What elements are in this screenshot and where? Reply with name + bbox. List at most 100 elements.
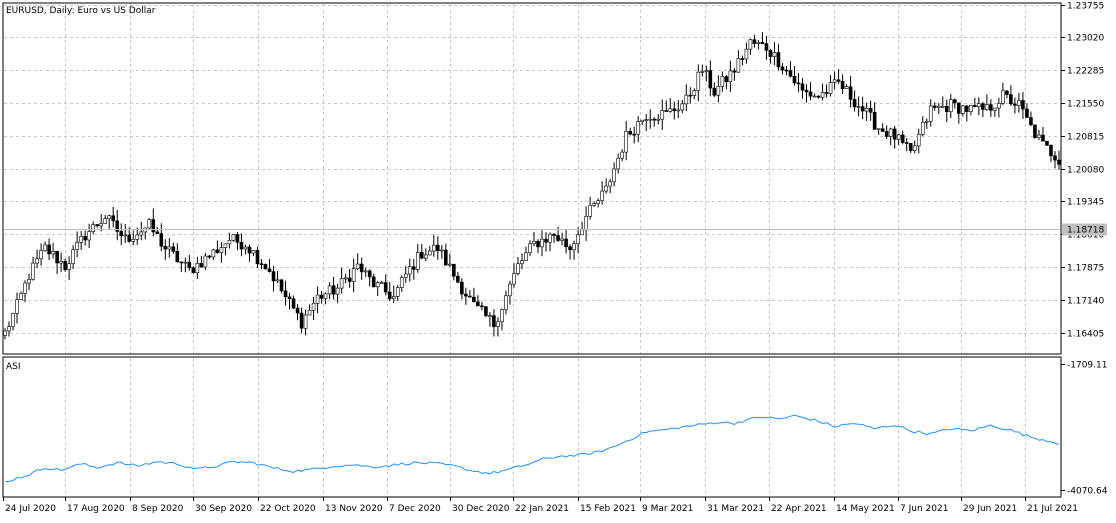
candle-body: [131, 239, 136, 242]
candle-body: [271, 271, 276, 282]
candle-body: [355, 263, 360, 269]
candle-body: [868, 108, 873, 113]
candle-body: [464, 293, 468, 297]
price-panel-frame: [2, 2, 1062, 355]
candle-body: [492, 315, 496, 327]
candle-body: [1033, 124, 1037, 138]
candle-body: [51, 251, 55, 255]
candle-body: [973, 105, 977, 107]
candle-body: [171, 246, 176, 252]
candle-body: [660, 110, 665, 120]
candle-body: [700, 71, 705, 73]
candle-body: [800, 83, 805, 91]
candle-body: [516, 263, 520, 274]
candle-body: [255, 250, 260, 265]
candle-body: [1009, 94, 1013, 105]
candle-body: [423, 254, 428, 259]
candle-body: [1053, 155, 1057, 161]
candle-body: [127, 234, 132, 242]
candle-body: [804, 89, 809, 93]
candle-body: [760, 42, 765, 44]
chart-container[interactable]: 24 Jul 2020 17 Aug 2020 8 Sep 2020 30 Sep 2…: [0, 0, 1116, 519]
price-tick-label: 1.20815: [1067, 133, 1104, 143]
candle-body: [560, 238, 564, 241]
candle-body: [496, 321, 500, 327]
candle-body: [788, 70, 793, 77]
candle-body: [235, 234, 240, 243]
candle-body: [624, 131, 628, 153]
candle-body: [676, 109, 681, 112]
x-tick-label: 15 Feb 2021: [580, 504, 636, 514]
candle-body: [828, 82, 833, 94]
candle-body: [183, 261, 188, 264]
candle-body: [460, 281, 464, 295]
candle-body: [564, 238, 568, 248]
candle-body: [780, 66, 785, 71]
candle-body: [808, 91, 813, 97]
candle-body: [772, 52, 777, 57]
candle-body: [528, 243, 532, 254]
candle-body: [548, 233, 552, 243]
candle-body: [27, 279, 31, 284]
candle-body: [448, 263, 452, 266]
candle-body: [852, 99, 857, 108]
candle-body: [1029, 117, 1033, 126]
candle-body: [456, 275, 460, 283]
price-tick-label: 1.23755: [1067, 2, 1104, 12]
candle-body: [656, 118, 661, 121]
candle-body: [311, 302, 316, 311]
candle-body: [912, 145, 917, 151]
candle-body: [59, 261, 63, 264]
candle-body: [19, 293, 23, 300]
candle-body: [936, 105, 941, 108]
candle-body: [387, 291, 392, 300]
chart-canvas[interactable]: 24 Jul 2020 17 Aug 2020 8 Sep 2020 30 Sep 2…: [0, 0, 1116, 519]
candle-body: [1037, 134, 1041, 138]
candle-body: [203, 255, 208, 268]
price-tick-label: 1.17875: [1067, 264, 1104, 274]
candle-body: [924, 120, 929, 123]
candle-body: [207, 255, 212, 258]
candle-body: [107, 215, 112, 219]
candle-body: [704, 70, 709, 72]
candle-body: [824, 92, 829, 94]
candle-body: [175, 251, 180, 263]
candle-body: [816, 95, 821, 98]
price-tick-label: 1.21550: [1067, 100, 1104, 110]
candle-body: [415, 252, 420, 270]
candle-body: [556, 235, 560, 241]
candle-body: [275, 279, 280, 282]
candle-body: [588, 204, 592, 217]
candle-body: [71, 249, 75, 264]
candle-body: [391, 296, 396, 300]
candle-body: [985, 104, 989, 110]
candle-body: [1049, 144, 1053, 157]
candle-body: [135, 234, 140, 240]
candle-body: [111, 215, 116, 222]
candle-body: [327, 285, 332, 295]
candle-body: [399, 277, 404, 288]
candle-body: [395, 287, 400, 297]
candle-body: [91, 224, 95, 232]
candle-body: [1001, 90, 1005, 104]
candle-body: [576, 234, 580, 245]
candle-body: [768, 49, 773, 57]
candle-body: [480, 305, 484, 308]
x-tick-label: 31 Mar 2021: [707, 504, 764, 514]
candle-body: [476, 301, 480, 307]
candle-body: [672, 108, 677, 112]
candle-body: [23, 282, 27, 294]
candle-body: [159, 233, 164, 247]
candle-body: [484, 306, 488, 317]
indicator-title: ASI: [6, 362, 21, 372]
candle-body: [981, 103, 985, 110]
candle-body: [732, 70, 737, 73]
candle-body: [367, 270, 372, 278]
candle-body: [948, 99, 953, 113]
candle-body: [167, 246, 172, 250]
candle-body: [7, 326, 11, 332]
candle-body: [756, 42, 761, 44]
candle-body: [63, 261, 67, 270]
candle-body: [977, 103, 981, 107]
candle-body: [993, 107, 997, 111]
